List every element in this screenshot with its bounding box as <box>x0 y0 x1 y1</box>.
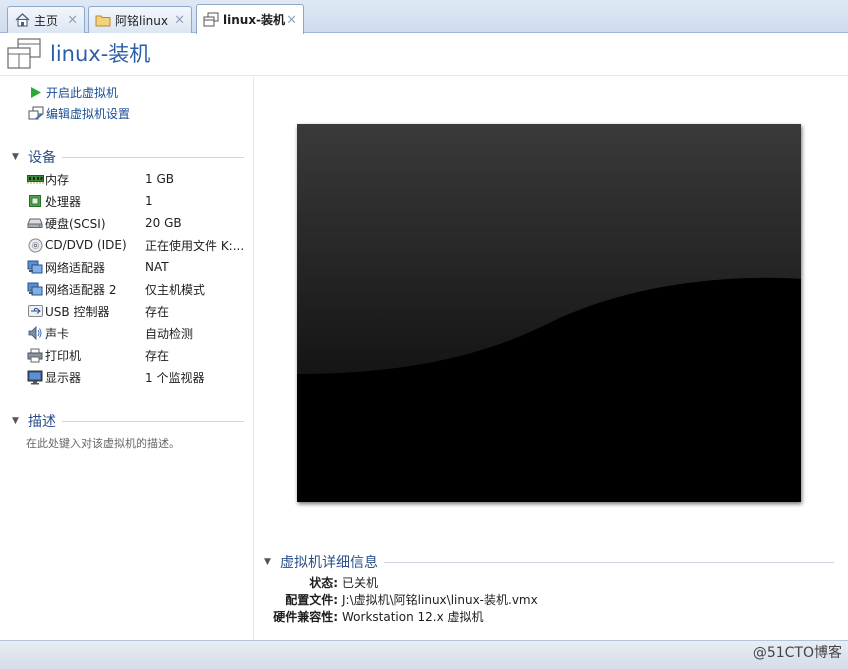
cpu-icon <box>26 193 44 209</box>
device-row-cdrom[interactable]: CD/DVD (IDE) 正在使用文件 K:... <box>26 234 250 256</box>
device-name: 显示器 <box>45 370 82 385</box>
device-row-usb[interactable]: USB 控制器 存在 <box>26 300 250 322</box>
detail-value: Workstation 12.x 虚拟机 <box>342 610 484 624</box>
harddisk-icon <box>26 215 44 231</box>
tab-label: 主页 <box>34 13 59 28</box>
detail-key: 状态: <box>309 576 338 590</box>
status-bar <box>0 640 848 669</box>
cdrom-icon <box>26 237 44 253</box>
device-row-network[interactable]: 网络适配器 NAT <box>26 256 250 278</box>
edit-settings-button[interactable]: 编辑虚拟机设置 <box>28 104 130 122</box>
device-row-harddisk[interactable]: 硬盘(SCSI) 20 GB <box>26 212 250 234</box>
device-name: 声卡 <box>45 326 70 341</box>
device-value: 正在使用文件 K:... <box>145 238 245 253</box>
device-value: 1 <box>145 194 153 208</box>
divider <box>62 156 244 158</box>
tab-home[interactable]: 主页 × <box>7 6 85 33</box>
device-row-monitor[interactable]: 显示器 1 个监视器 <box>26 366 250 388</box>
vm-details-section-header[interactable]: ▼ 虚拟机详细信息 <box>264 553 834 571</box>
vm-screen-thumbnail <box>297 124 801 502</box>
play-icon <box>28 84 44 100</box>
detail-row-config-file: 配置文件: J:\虚拟机\阿铭linux\linux-装机.vmx <box>264 591 824 608</box>
power-on-button[interactable]: 开启此虚拟机 <box>28 83 118 101</box>
device-name: 网络适配器 <box>45 260 106 275</box>
device-name: 打印机 <box>45 348 82 363</box>
device-name: 硬盘(SCSI) <box>45 216 106 231</box>
device-row-network-2[interactable]: 网络适配器 2 仅主机模式 <box>26 278 250 300</box>
printer-icon <box>26 347 44 363</box>
edit-settings-label: 编辑虚拟机设置 <box>46 106 131 121</box>
device-name: 内存 <box>45 172 70 187</box>
collapse-triangle-icon: ▼ <box>264 557 271 567</box>
device-value: 1 GB <box>145 172 174 186</box>
device-name: CD/DVD (IDE) <box>45 238 127 252</box>
usb-icon <box>26 303 44 319</box>
sound-icon <box>26 325 44 341</box>
tab-folder[interactable]: 阿铭linux × <box>88 6 192 33</box>
device-value: 仅主机模式 <box>145 282 206 297</box>
tab-label: 阿铭linux <box>115 13 168 28</box>
page-title: linux-装机 <box>50 42 151 66</box>
tab-label: linux-装机 <box>223 13 286 27</box>
detail-value: 已关机 <box>342 576 379 590</box>
device-value: 存在 <box>145 304 170 319</box>
settings-icon <box>28 105 44 121</box>
network-icon <box>26 281 44 297</box>
devices-section-header[interactable]: ▼ 设备 <box>12 147 244 167</box>
vm-icon <box>203 12 219 28</box>
collapse-triangle-icon: ▼ <box>12 416 19 426</box>
divider <box>62 420 244 422</box>
network-icon <box>26 259 44 275</box>
device-value: 1 个监视器 <box>145 370 205 385</box>
device-name: 网络适配器 2 <box>45 282 117 297</box>
device-row-memory[interactable]: 内存 1 GB <box>26 168 250 190</box>
vm-screen-preview[interactable] <box>297 124 801 502</box>
tab-vm[interactable]: linux-装机 × <box>196 4 304 34</box>
detail-key: 硬件兼容性: <box>273 610 338 624</box>
vm-summary-panel: 开启此虚拟机 编辑虚拟机设置 ▼ 设备 内存 1 GB 处理器 1 硬盘(SCS… <box>0 77 254 640</box>
device-value: 20 GB <box>145 216 182 230</box>
folder-icon <box>95 12 111 28</box>
device-value: NAT <box>145 260 169 274</box>
close-icon[interactable]: × <box>67 13 78 28</box>
device-name: USB 控制器 <box>45 304 110 319</box>
description-section-title: 描述 <box>28 411 62 431</box>
vm-icon <box>6 37 42 74</box>
collapse-triangle-icon: ▼ <box>12 152 19 162</box>
device-value: 存在 <box>145 348 170 363</box>
power-on-label: 开启此虚拟机 <box>46 85 119 100</box>
watermark: @51CTO博客 <box>752 645 842 661</box>
device-row-sound[interactable]: 声卡 自动检测 <box>26 322 250 344</box>
vm-header: linux-装机 <box>0 34 848 76</box>
tab-bar: 主页 × 阿铭linux × linux-装机 × <box>0 0 848 34</box>
vm-details-section-title: 虚拟机详细信息 <box>280 555 378 571</box>
monitor-icon <box>26 369 44 385</box>
description-section-header[interactable]: ▼ 描述 <box>12 411 244 431</box>
device-name: 处理器 <box>45 194 82 209</box>
detail-value: J:\虚拟机\阿铭linux\linux-装机.vmx <box>342 593 538 607</box>
device-row-cpu[interactable]: 处理器 1 <box>26 190 250 212</box>
detail-key: 配置文件: <box>285 593 338 607</box>
device-row-printer[interactable]: 打印机 存在 <box>26 344 250 366</box>
memory-icon <box>26 171 44 187</box>
home-icon <box>14 12 30 28</box>
detail-row-hardware-compat: 硬件兼容性: Workstation 12.x 虚拟机 <box>264 608 824 625</box>
detail-row-status: 状态: 已关机 <box>264 574 824 591</box>
divider <box>384 561 834 563</box>
close-icon[interactable]: × <box>286 12 297 27</box>
devices-section-title: 设备 <box>28 147 62 167</box>
description-input[interactable]: 在此处键入对该虚拟机的描述。 <box>26 435 180 451</box>
close-icon[interactable]: × <box>174 13 185 28</box>
device-value: 自动检测 <box>145 326 194 341</box>
